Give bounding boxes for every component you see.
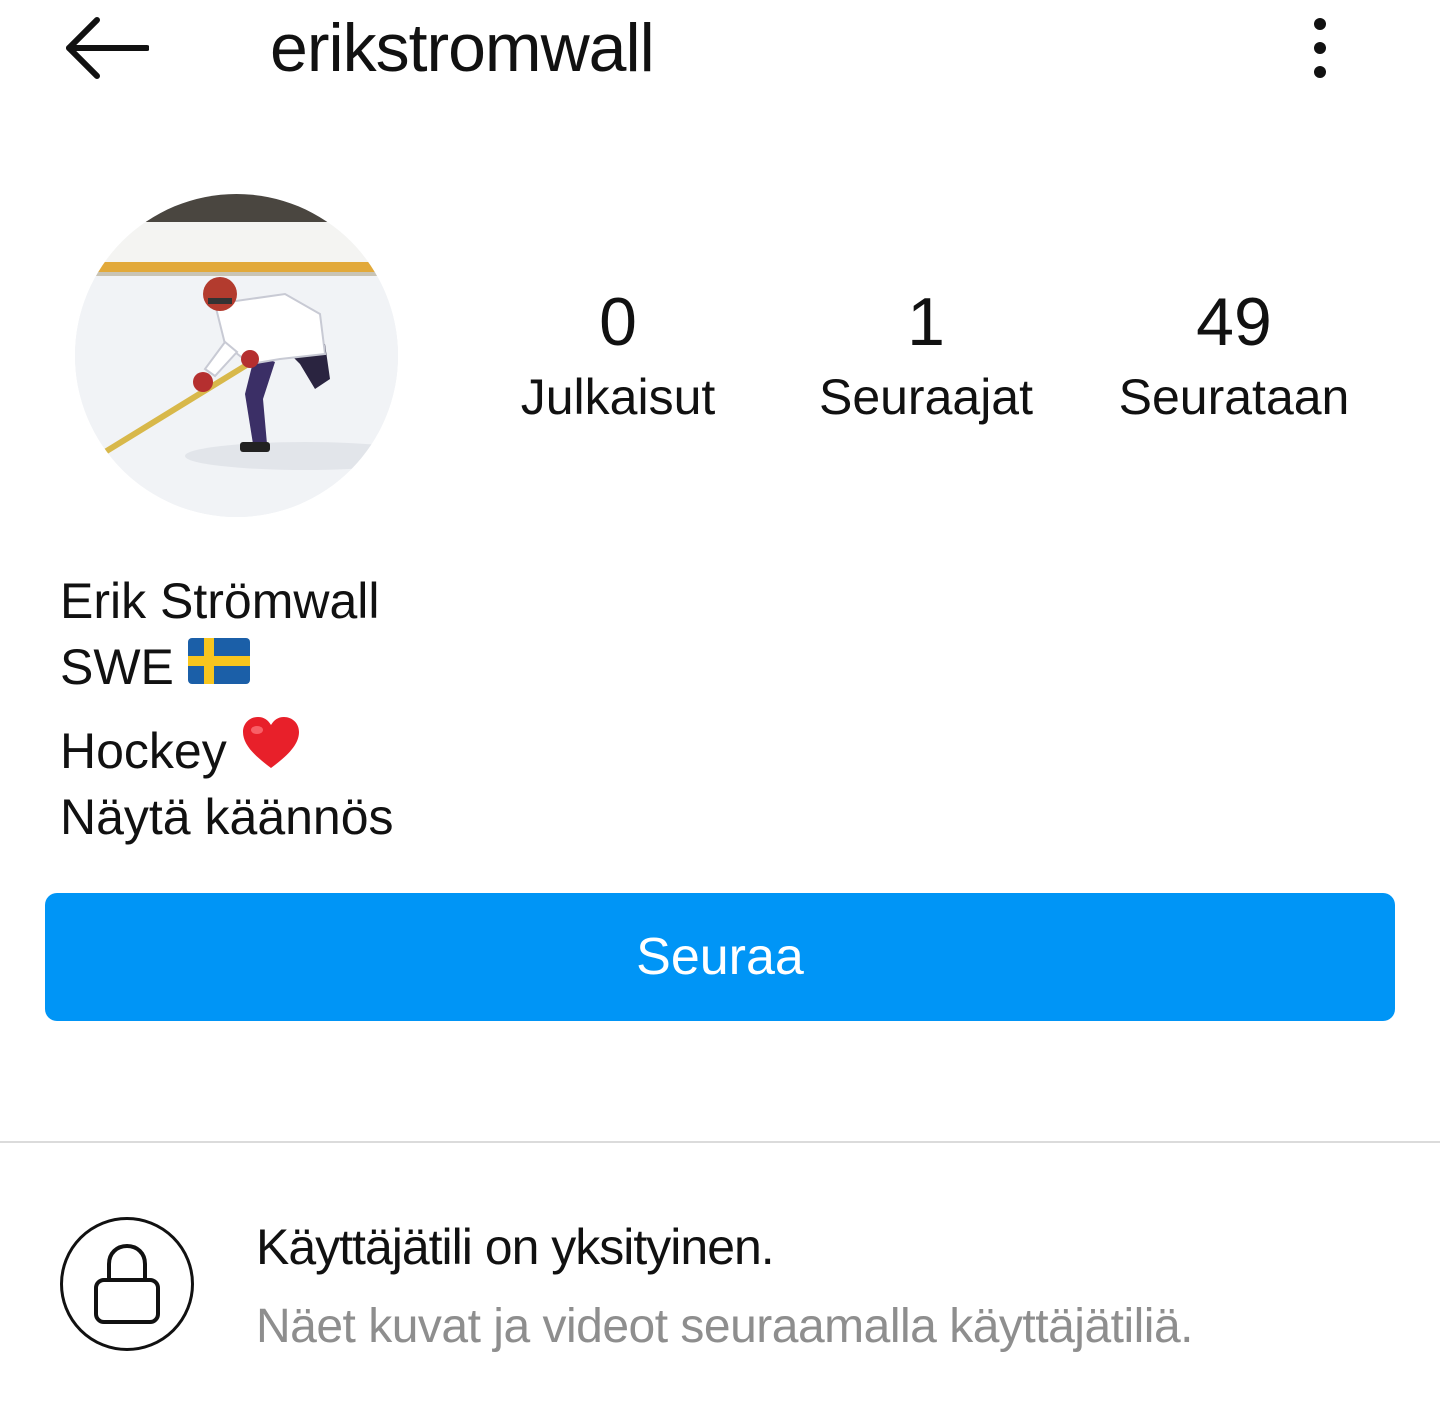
hockey-player-photo	[75, 194, 398, 517]
sweden-flag-icon	[187, 634, 250, 700]
stat-followers-count: 1	[907, 284, 945, 360]
see-translation-link[interactable]: Näytä käännös	[60, 784, 394, 850]
bio-sport: Hockey	[60, 723, 227, 779]
private-account-subtitle: Näet kuvat ja videot seuraamalla käyttäj…	[256, 1300, 1194, 1353]
arrow-left-icon	[66, 17, 149, 79]
back-button[interactable]	[52, 8, 160, 88]
stat-posts-count: 0	[599, 284, 637, 360]
bio-country: SWE	[60, 639, 174, 695]
lock-icon	[94, 1243, 160, 1324]
stat-following-count: 49	[1196, 284, 1272, 360]
bio-sport-line: Hockey	[60, 716, 301, 786]
bio-full-name: Erik Strömwall	[60, 573, 380, 629]
lock-icon-container	[60, 1217, 194, 1351]
stat-following[interactable]: 49 Seurataan	[1084, 282, 1384, 432]
profile-avatar[interactable]	[75, 194, 398, 517]
section-divider	[0, 1141, 1440, 1143]
stat-posts-label: Julkaisut	[520, 369, 716, 425]
follow-button[interactable]: Seuraa	[45, 893, 1395, 1021]
red-heart-icon	[241, 716, 301, 786]
stat-followers[interactable]: 1 Seuraajat	[776, 282, 1076, 432]
stat-posts: 0 Julkaisut	[468, 282, 768, 432]
vertical-dots-icon	[1314, 18, 1326, 78]
bio-country-line: SWE	[60, 634, 250, 700]
private-account-title: Käyttäjätili on yksityinen.	[256, 1219, 775, 1275]
profile-username: erikstromwall	[270, 10, 655, 86]
stat-followers-label: Seuraajat	[818, 369, 1034, 425]
stat-following-label: Seurataan	[1118, 369, 1350, 425]
more-options-button[interactable]	[1290, 8, 1350, 88]
